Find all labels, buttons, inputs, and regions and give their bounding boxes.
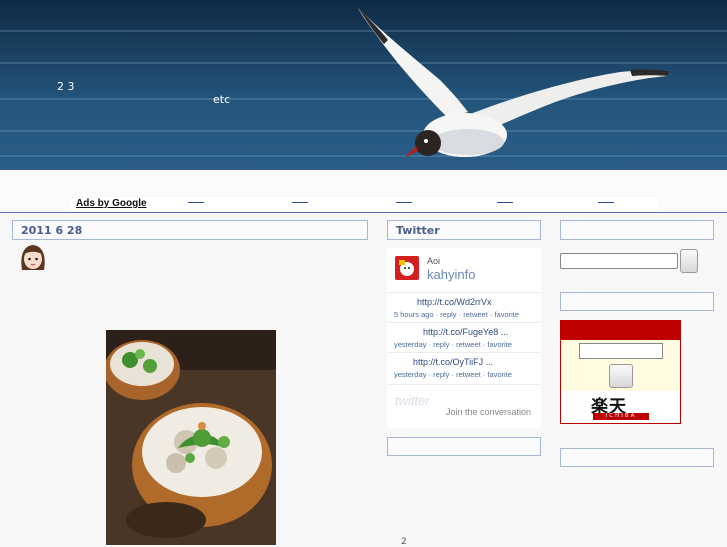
tweet-meta[interactable]: yesterday · reply · retweet · favorite [394,340,512,349]
twitter-widget: Aoi kahyinfo http://t.co/Wd2rrVx 5 hours… [387,248,541,428]
sidebar-box [560,220,714,240]
post-date-header: 2011 6 28 [12,220,368,240]
sidebar-box [560,292,714,311]
tweet-item: http://t.co/Wd2rrVx 5 hours ago · reply … [387,292,541,323]
twitter-title: Twitter [396,224,440,237]
tweet-item: http://t.co/OyTiiFJ ... yesterday · repl… [387,352,541,383]
rakuten-search-button[interactable] [609,364,633,388]
join-conversation-link[interactable]: Join the conversation [446,407,531,417]
twitter-display-name: Aoi [427,256,441,266]
header-text-nums: 2 3 [57,80,75,93]
rakuten-header-bar [561,321,680,340]
ad-link[interactable] [188,202,204,203]
header-text-etc: etc [213,93,231,106]
search-button[interactable] [680,249,698,273]
page-number: 2 [401,537,407,547]
ad-link[interactable] [598,202,614,203]
ads-by-google-link[interactable]: Ads by Google [76,198,147,209]
tweet-item: http://t.co/FugeYe8 ... yesterday · repl… [387,322,541,353]
twitter-section-title: Twitter [387,220,541,240]
rakuten-search-input[interactable] [579,343,663,359]
widget-box [387,437,541,456]
profile-avatar-icon [395,256,419,280]
twitter-logo-icon: twitter [395,393,430,408]
twitter-username[interactable]: kahyinfo [427,267,475,282]
rakuten-logo[interactable]: 楽天 ICHIBA [561,391,680,423]
post-photo-image[interactable] [106,330,276,545]
header-banner: 2 3 etc [0,0,727,170]
ad-link[interactable] [396,202,412,203]
tweet-meta[interactable]: 5 hours ago · reply · retweet · favorite [394,310,519,319]
ad-link[interactable] [292,202,308,203]
search-input[interactable] [560,253,678,269]
ad-link[interactable] [497,202,513,203]
rakuten-widget: 楽天 ICHIBA [560,320,681,424]
google-ad-strip: Ads by Google [70,198,658,211]
twitter-footer: twitter Join the conversation [387,384,541,429]
rakuten-ichiba-label: ICHIBA [593,413,649,420]
tweet-link[interactable]: http://t.co/FugeYe8 ... [423,327,508,337]
tweet-link[interactable]: http://t.co/OyTiiFJ ... [413,357,493,367]
seagull-image [358,8,670,158]
sidebar-box [560,448,714,467]
tweet-link[interactable]: http://t.co/Wd2rrVx [417,297,492,307]
post-date: 2011 6 28 [21,224,83,237]
tweet-meta[interactable]: yesterday · reply · retweet · favorite [394,370,512,379]
author-avatar-icon [21,245,45,270]
